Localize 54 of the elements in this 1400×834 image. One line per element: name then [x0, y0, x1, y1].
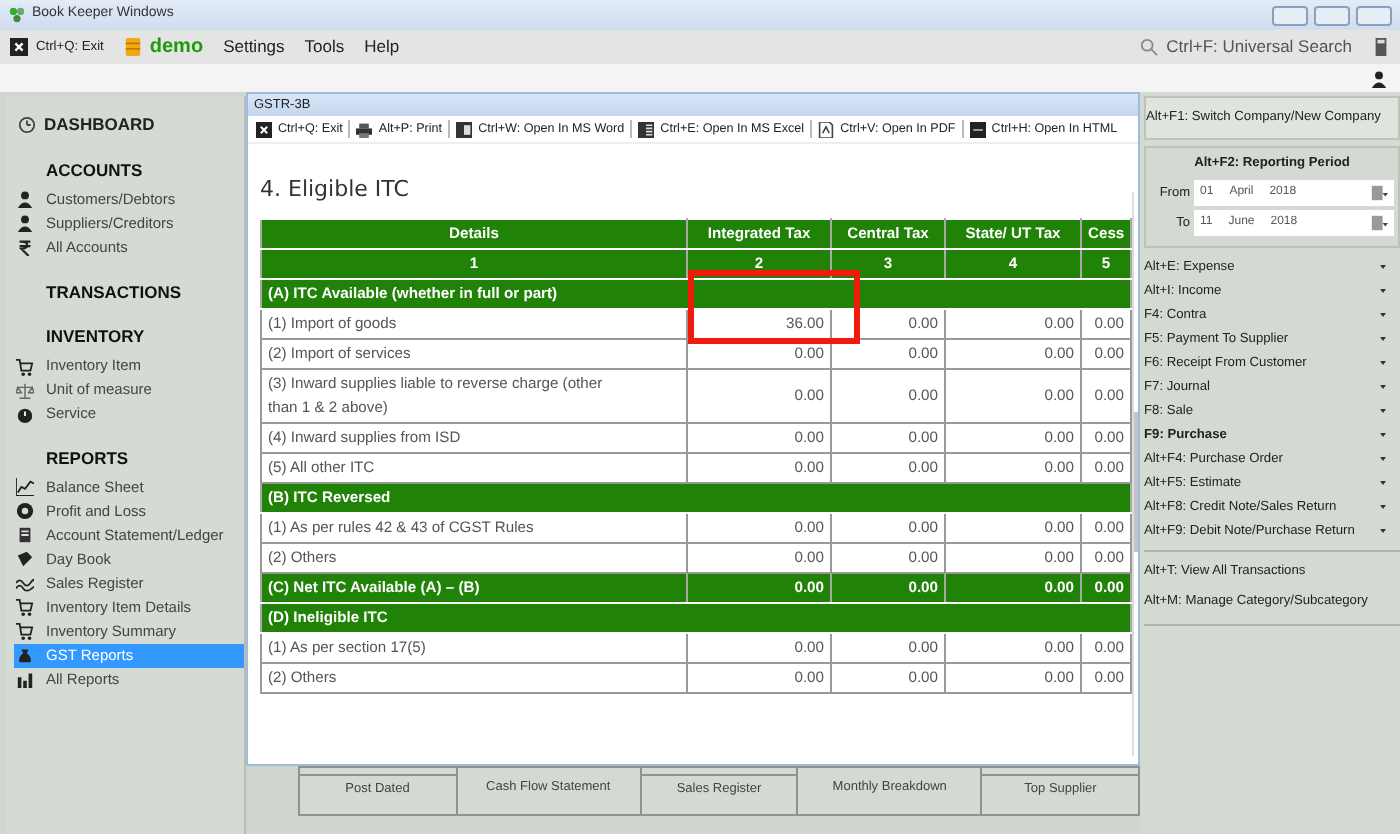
calendar-icon: [1370, 213, 1388, 232]
print-icon: [356, 121, 373, 137]
calendar-icon: [1370, 183, 1388, 202]
section-heading: ACCOUNTS: [46, 157, 145, 183]
caret-icon: [1378, 406, 1388, 417]
html-document-icon: [969, 121, 986, 137]
maximize-button[interactable]: [1314, 5, 1350, 25]
close-icon: [256, 121, 272, 137]
menu-item[interactable]: Settings: [223, 34, 285, 60]
spreadsheet-icon: [638, 121, 655, 137]
universal-search-button[interactable]: Ctrl+F: Universal Search: [1140, 34, 1352, 60]
caret-icon: [1378, 310, 1388, 321]
bag-icon: [16, 646, 34, 665]
caret-icon: [1378, 262, 1388, 273]
app-logo-icon: [8, 6, 26, 24]
user-icon[interactable]: [1370, 69, 1388, 87]
wave-icon: [16, 574, 34, 593]
close-button[interactable]: [1356, 5, 1392, 25]
scrollbar[interactable]: [1132, 192, 1134, 756]
search-icon: [1140, 38, 1159, 56]
stopwatch-icon: [16, 405, 34, 423]
cart-icon: [16, 357, 34, 375]
clock-icon: [18, 115, 36, 134]
database-icon: [123, 38, 142, 56]
word-document-icon: [456, 121, 473, 137]
caret-icon: [1378, 430, 1388, 441]
caret-icon: [1378, 454, 1388, 465]
menu-item[interactable]: Help: [364, 34, 400, 60]
section-heading: TRANSACTIONS: [46, 279, 184, 305]
minimize-button[interactable]: [1272, 5, 1308, 25]
person-icon: [16, 214, 34, 232]
section-heading: REPORTS: [46, 446, 131, 472]
caret-icon: [1378, 526, 1388, 537]
chart-icon: [16, 478, 34, 497]
scale-icon: [16, 381, 34, 399]
caret-icon: [1378, 502, 1388, 513]
caret-icon: [1378, 334, 1388, 345]
section-title: 4. Eligible ITC: [260, 174, 411, 206]
caret-icon: [1378, 286, 1388, 297]
currency-icon: [16, 238, 34, 256]
dashboard-link[interactable]: DASHBOARD: [44, 112, 155, 138]
caret-icon: [1378, 358, 1388, 369]
section-heading: INVENTORY: [46, 324, 147, 350]
cart-icon: [16, 598, 34, 617]
caret-icon: [1378, 478, 1388, 489]
pdf-document-icon: [818, 121, 835, 137]
caret-icon: [1378, 382, 1388, 393]
person-icon: [16, 190, 34, 208]
cart-icon: [16, 622, 34, 641]
document-icon: [16, 526, 34, 545]
menu-item[interactable]: Tools: [304, 34, 345, 60]
bar-chart-icon: [16, 670, 34, 689]
calculator-icon[interactable]: [1372, 38, 1390, 56]
close-icon: [10, 37, 28, 56]
